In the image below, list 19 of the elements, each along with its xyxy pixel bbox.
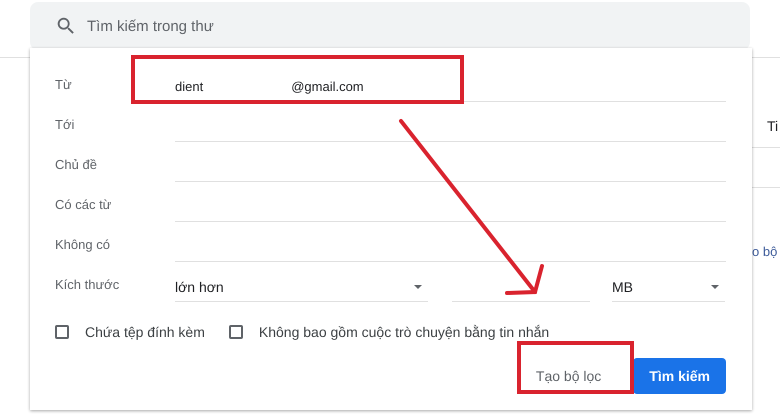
checkbox[interactable]: [228, 325, 243, 339]
field-label: Không có: [55, 237, 111, 254]
checkbox[interactable]: [55, 325, 69, 339]
checkbox-label: Chứa tệp đính kèm: [85, 324, 205, 340]
link[interactable]: o bộ: [752, 244, 778, 259]
unit-dropdown[interactable]: MB: [612, 272, 725, 302]
caret-icon: [414, 284, 422, 288]
field-label: Kích thước: [55, 277, 120, 294]
comparison-dropdown[interactable]: lớn hơn: [175, 272, 428, 302]
field-label: Có các từ: [55, 197, 112, 214]
search-field[interactable]: Tìm kiếm trong thư: [30, 2, 750, 50]
field-label: Tới: [55, 117, 76, 134]
search-button[interactable]: Tìm kiếm: [633, 358, 726, 394]
input-field[interactable]: dient @gmail.com: [175, 71, 726, 102]
column-header: Ti: [767, 118, 778, 134]
field-label: Từ: [55, 77, 73, 94]
caret-icon: [711, 284, 719, 288]
checkbox-label: Không bao gồm cuộc trò chuyện bằng tin nhắn: [258, 324, 550, 340]
field-label: Chủ đề: [55, 157, 98, 174]
